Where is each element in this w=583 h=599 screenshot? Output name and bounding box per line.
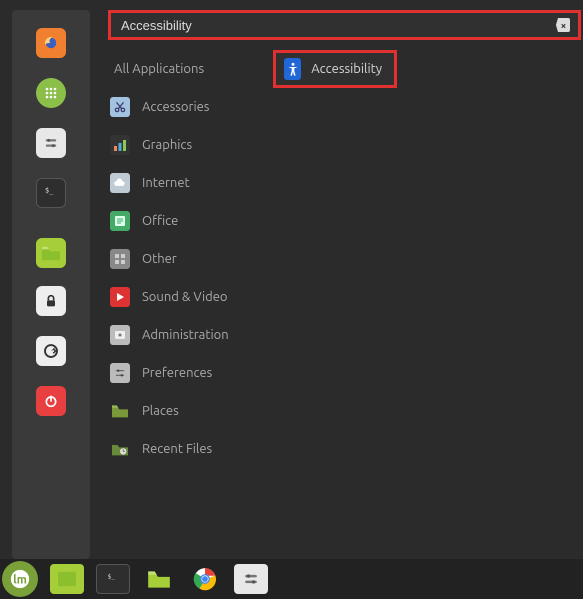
taskbar-files-icon[interactable] (142, 564, 176, 594)
taskbar-desktop-icon[interactable] (50, 564, 84, 594)
search-box-highlighted: × (108, 10, 581, 40)
category-graphics[interactable]: Graphics (108, 126, 263, 164)
category-office[interactable]: Office (108, 202, 263, 240)
category-label: Sound & Video (142, 290, 228, 304)
category-all-applications[interactable]: All Applications (108, 50, 263, 88)
search-input[interactable] (121, 18, 554, 33)
apps-grid-icon[interactable] (36, 78, 66, 108)
category-label: Office (142, 214, 178, 228)
files-icon[interactable] (36, 238, 66, 268)
category-recent-files[interactable]: Recent Files (108, 430, 263, 468)
settings-icon[interactable] (36, 128, 66, 158)
category-label: Places (142, 404, 179, 418)
category-label: Other (142, 252, 177, 266)
result-accessibility-highlighted[interactable]: Accessibility (273, 50, 397, 88)
clear-search-icon[interactable]: × (554, 18, 570, 32)
category-label: All Applications (114, 62, 204, 76)
taskbar-settings-icon[interactable] (234, 564, 268, 594)
shutdown-icon[interactable] (36, 386, 66, 416)
category-internet[interactable]: Internet (108, 164, 263, 202)
terminal-icon[interactable]: $_ (36, 178, 66, 208)
firefox-icon[interactable] (36, 28, 66, 58)
taskbar: lm $_ (0, 559, 583, 599)
category-label: Administration (142, 328, 229, 342)
lock-icon[interactable] (36, 286, 66, 316)
taskbar-terminal-icon[interactable]: $_ (96, 564, 130, 594)
category-preferences[interactable]: Preferences (108, 354, 263, 392)
category-label: Recent Files (142, 442, 212, 456)
main-panel: × All Applications Accessories Graphics … (108, 10, 581, 559)
graphics-icon (110, 135, 130, 155)
play-icon (110, 287, 130, 307)
cloud-icon (110, 173, 130, 193)
category-sound-video[interactable]: Sound & Video (108, 278, 263, 316)
taskbar-chrome-icon[interactable] (188, 564, 222, 594)
logout-icon[interactable] (36, 336, 66, 366)
category-label: Accessories (142, 100, 209, 114)
recent-folder-icon (110, 439, 130, 459)
favorites-panel: $_ (12, 10, 90, 559)
category-accessories[interactable]: Accessories (108, 88, 263, 126)
accessibility-icon (284, 58, 301, 80)
office-icon (110, 211, 130, 231)
svg-text:$_: $_ (45, 186, 54, 194)
scissors-icon (110, 97, 130, 117)
category-label: Internet (142, 176, 190, 190)
start-menu-button[interactable]: lm (2, 561, 38, 597)
svg-text:lm: lm (13, 573, 27, 587)
result-label: Accessibility (311, 62, 382, 76)
category-other[interactable]: Other (108, 240, 263, 278)
category-administration[interactable]: Administration (108, 316, 263, 354)
other-icon (110, 249, 130, 269)
preferences-icon (110, 363, 130, 383)
svg-text:$_: $_ (108, 573, 116, 580)
category-label: Preferences (142, 366, 212, 380)
category-label: Graphics (142, 138, 192, 152)
search-results: Accessibility (273, 50, 581, 468)
folder-icon (110, 401, 130, 421)
categories-list: All Applications Accessories Graphics In… (108, 50, 263, 468)
admin-icon (110, 325, 130, 345)
category-places[interactable]: Places (108, 392, 263, 430)
application-menu: $_ × All Appli (12, 10, 581, 559)
